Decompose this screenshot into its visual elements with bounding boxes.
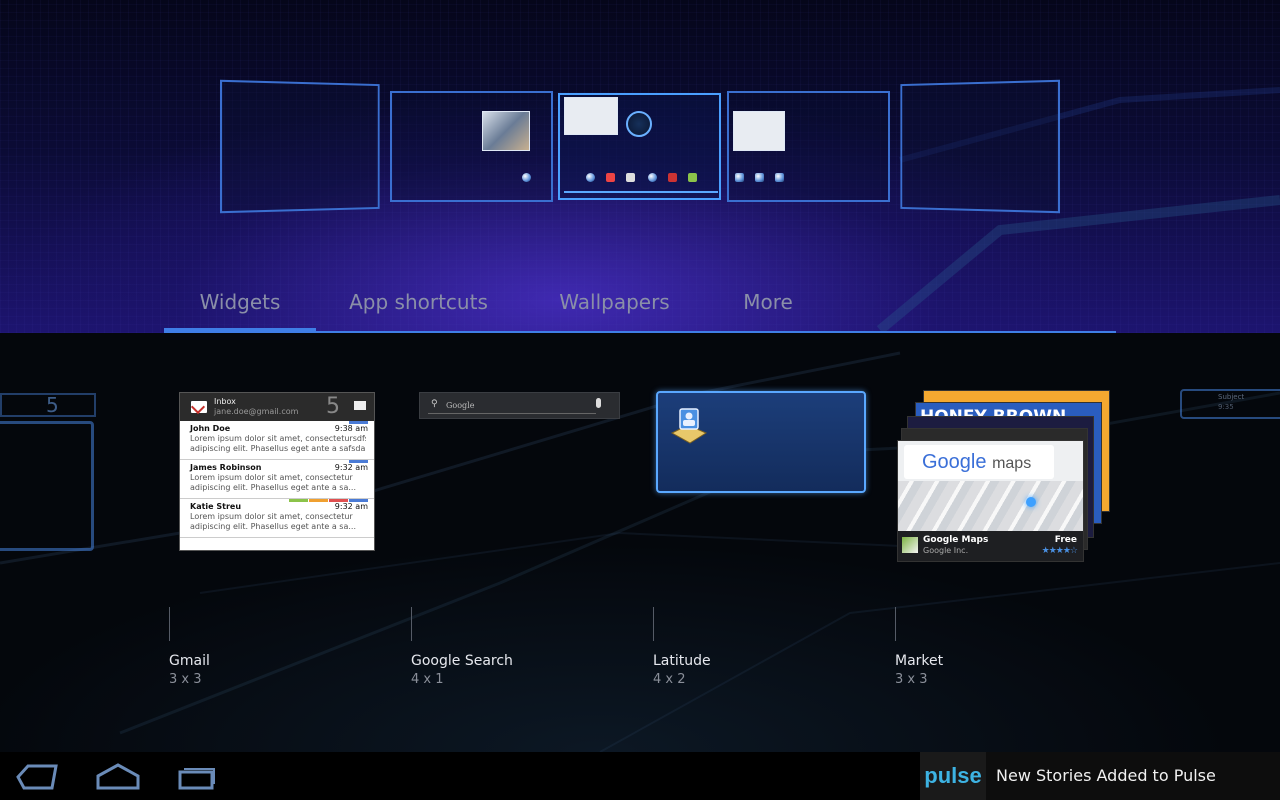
tab-more[interactable]: More <box>724 283 812 331</box>
homescreen-4[interactable] <box>727 91 890 202</box>
widget-name-gmail: Gmail <box>169 653 210 669</box>
home-button[interactable] <box>96 762 140 792</box>
browser-icon <box>586 173 595 182</box>
tab-widgets[interactable]: Widgets <box>164 283 316 331</box>
app-icon <box>735 173 744 182</box>
widget-carousel[interactable]: 5 Subject 9:35 Inbox jane.doe@gmail.com … <box>0 333 1280 752</box>
back-button[interactable] <box>16 762 60 792</box>
widget-divider <box>169 607 170 641</box>
unread-count: 5 <box>46 393 59 417</box>
gmail-icon <box>606 173 615 182</box>
logo-maps: maps <box>992 455 1032 472</box>
back-icon <box>16 764 58 790</box>
widget-size-latitude: 4 x 2 <box>653 672 686 687</box>
timestamp: 9:38 am <box>334 424 368 433</box>
tab-label: Wallpapers <box>559 290 670 314</box>
list-item: John Doe 9:38 am Lorem ipsum dolor sit a… <box>180 421 374 460</box>
search-field: ⚲ Google <box>428 398 596 414</box>
widget-size-gmail: 3 x 3 <box>169 672 202 687</box>
snippet: adipiscing elit. Phasellus eget ante a s… <box>190 522 357 531</box>
tab-wallpapers[interactable]: Wallpapers <box>542 283 687 331</box>
ghost-time: 9:35 <box>1218 403 1234 411</box>
map-image <box>898 481 1083 531</box>
widget-divider <box>895 607 896 641</box>
list-item: Katie Streu 9:32 am Lorem ipsum dolor si… <box>180 499 374 538</box>
news-widget-thumbnail <box>733 111 785 151</box>
location-dot-icon <box>1026 497 1036 507</box>
tab-label: More <box>743 290 793 314</box>
google-search-widget-preview[interactable]: ⚲ Google <box>419 392 620 419</box>
ghost-subject: Subject <box>1218 393 1245 401</box>
widget-name-market: Market <box>895 653 944 669</box>
recent-apps-button[interactable] <box>176 762 220 792</box>
compose-icon <box>354 401 366 410</box>
gmail-widget-preview[interactable]: Inbox jane.doe@gmail.com 5 John Doe 9:38… <box>179 392 375 551</box>
featured-app-card: Google maps Google Maps Google Inc. Free… <box>897 440 1084 562</box>
gmail-icon <box>191 401 207 413</box>
talk-icon <box>648 173 657 182</box>
email-widget-thumbnail <box>564 97 618 135</box>
market-icon <box>688 173 697 182</box>
app-icon <box>775 173 784 182</box>
widget-size-market: 3 x 3 <box>895 672 928 687</box>
google-maps-logo: Google maps <box>904 445 1054 479</box>
widget-size-google-search: 4 x 1 <box>411 672 444 687</box>
scroll-indicator <box>564 191 718 193</box>
search-placeholder: Google <box>446 401 475 410</box>
notification-text: New Stories Added to Pulse <box>996 766 1216 785</box>
home-icon <box>96 763 140 790</box>
homescreen-2[interactable] <box>390 91 553 202</box>
tab-app-shortcuts[interactable]: App shortcuts <box>336 283 501 331</box>
previous-widget-ghost[interactable] <box>0 421 94 551</box>
app-price: Free <box>1054 535 1077 545</box>
recent-apps-icon <box>178 768 215 790</box>
tab-label: App shortcuts <box>349 290 488 314</box>
snippet: Lorem ipsum dolor sit amet, consecteturs… <box>190 434 366 443</box>
homescreen-1[interactable] <box>219 79 380 214</box>
logo-google: Google <box>922 451 987 473</box>
app-name: Google Maps <box>923 535 989 545</box>
app-developer: Google Inc. <box>923 546 969 555</box>
previous-widget-header: 5 <box>0 393 96 417</box>
microphone-icon <box>596 398 601 408</box>
tab-label: Widgets <box>199 290 281 314</box>
app-info-bar: Google Maps Google Inc. Free ★★★★☆ <box>898 531 1083 561</box>
gmail-widget-header: Inbox jane.doe@gmail.com 5 <box>180 393 374 421</box>
maps-app-icon <box>902 537 918 553</box>
list-item: James Robinson 9:32 am Lorem ipsum dolor… <box>180 460 374 499</box>
pulse-notification[interactable]: pulse New Stories Added to Pulse <box>920 752 1280 800</box>
snippet: Lorem ipsum dolor sit amet, consectetur <box>190 473 353 482</box>
email-icon <box>626 173 635 182</box>
picker-tab-bar: Widgets App shortcuts Wallpapers More <box>164 283 1116 333</box>
account-label: jane.doe@gmail.com <box>214 407 299 416</box>
timestamp: 9:32 am <box>334 463 368 472</box>
search-icon: ⚲ <box>431 399 438 409</box>
system-bar: pulse New Stories Added to Pulse <box>0 752 1280 800</box>
homescreen-5[interactable] <box>900 79 1061 214</box>
homescreen-3-current[interactable] <box>558 93 721 200</box>
widget-divider <box>653 607 654 641</box>
timestamp: 9:32 am <box>334 502 368 511</box>
app-icon <box>755 173 764 182</box>
browser-icon <box>522 173 531 182</box>
maps-icon <box>668 173 677 182</box>
latitude-icon <box>670 408 708 444</box>
snippet: adipiscing elit. Phasellus eget ante a s… <box>190 483 357 492</box>
pulse-logo: pulse <box>920 752 986 800</box>
widget-divider <box>411 607 412 641</box>
next-widget-ghost[interactable]: Subject 9:35 <box>1180 389 1280 419</box>
widget-name-latitude: Latitude <box>653 653 711 669</box>
rating-stars: ★★★★☆ <box>1041 546 1078 556</box>
homescreen-overview: Widgets App shortcuts Wallpapers More <box>0 0 1280 333</box>
snippet: Lorem ipsum dolor sit amet, consectetur <box>190 512 353 521</box>
unread-count: 5 <box>326 394 340 419</box>
market-widget-preview[interactable]: HONEY BROWN Google maps Google Maps Goog… <box>897 390 1110 562</box>
latitude-widget-preview[interactable] <box>656 391 866 493</box>
widget-name-google-search: Google Search <box>411 653 513 669</box>
photo-stack-thumbnail <box>482 111 530 151</box>
clock-icon <box>626 111 652 137</box>
snippet: adipiscing elit. Phasellus eget ante a s… <box>190 444 366 453</box>
folder-label: Inbox <box>214 397 236 406</box>
